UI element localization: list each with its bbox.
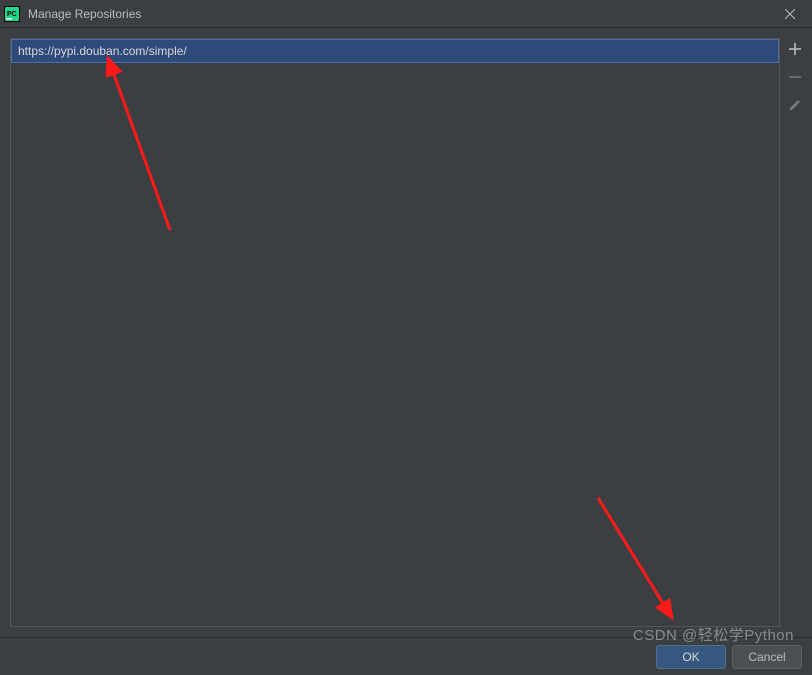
repository-url: https://pypi.douban.com/simple/ (18, 44, 187, 58)
pycharm-icon: PC (4, 6, 20, 22)
titlebar: PC Manage Repositories (0, 0, 812, 28)
side-actions (784, 40, 806, 114)
content-area: https://pypi.douban.com/simple/ (0, 28, 812, 637)
repository-item[interactable]: https://pypi.douban.com/simple/ (11, 39, 779, 63)
repository-list[interactable]: https://pypi.douban.com/simple/ (10, 38, 780, 627)
plus-icon (788, 42, 802, 56)
add-repo-button[interactable] (786, 40, 804, 58)
svg-text:PC: PC (7, 11, 17, 18)
pencil-icon (788, 98, 802, 112)
window-title: Manage Repositories (28, 7, 141, 21)
close-button[interactable] (767, 0, 812, 28)
cancel-button[interactable]: Cancel (732, 645, 802, 669)
minus-icon (788, 70, 802, 84)
remove-repo-button[interactable] (786, 68, 804, 86)
ok-button[interactable]: OK (656, 645, 726, 669)
edit-repo-button[interactable] (786, 96, 804, 114)
dialog-footer: OK Cancel (0, 637, 812, 675)
close-icon (785, 9, 795, 19)
